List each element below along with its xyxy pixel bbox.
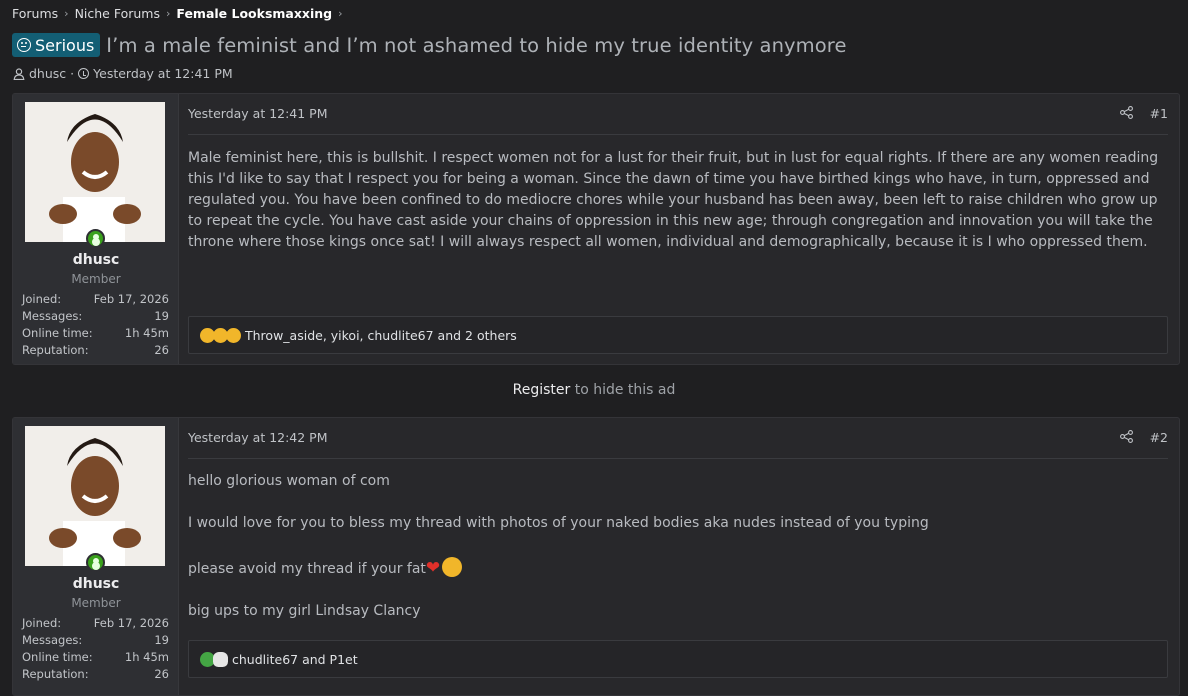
meta-separator: ·: [70, 66, 75, 81]
clock-icon: [78, 68, 90, 79]
post-text: Male feminist here, this is bullshit. I …: [188, 150, 1159, 250]
chevron-right-icon: ›: [166, 7, 171, 20]
post-content: Yesterday at 12:42 PM #2 hello glorious …: [188, 418, 1168, 695]
post-user-cell: dhusc Member Joined: Feb 17, 2026 Message…: [13, 418, 179, 695]
ad-text: to hide this ad: [570, 382, 676, 398]
thread-meta: dhusc · Yesterday at 12:41 PM: [13, 66, 233, 81]
post-2: dhusc Member Joined: Feb 17, 2026 Message…: [12, 417, 1180, 696]
thread-title: I’m a male feminist and I’m not ashamed …: [106, 33, 847, 57]
post-user-cell: dhusc Member Joined: Feb 17, 2026 Message…: [13, 94, 179, 364]
post-content: Yesterday at 12:41 PM #1 Male feminist h…: [188, 94, 1168, 364]
neutral-face-icon: [17, 38, 31, 52]
post-username[interactable]: dhusc: [13, 252, 179, 268]
post-text: big ups to my girl Lindsay Clancy: [188, 603, 421, 619]
ad-notice: Register to hide this ad: [0, 382, 1188, 398]
stat-label: Reputation:: [22, 343, 89, 357]
thread-prefix-badge[interactable]: Serious: [12, 33, 101, 57]
stat-online-time: 1h 45m: [124, 326, 169, 340]
chevron-right-icon: ›: [64, 7, 69, 20]
post-text: I would love for you to bless my thread …: [188, 515, 929, 531]
breadcrumb-niche-forums[interactable]: Niche Forums: [75, 6, 160, 21]
stat-reputation: 26: [154, 343, 169, 357]
share-icon[interactable]: [1120, 430, 1134, 444]
stat-joined: Feb 17, 2026: [93, 292, 169, 306]
post-number[interactable]: #1: [1150, 106, 1168, 121]
stat-label: Messages:: [22, 633, 83, 647]
post-username[interactable]: dhusc: [13, 576, 179, 592]
avatar[interactable]: [25, 102, 165, 242]
post-text: please avoid my thread if your fat: [188, 561, 426, 577]
skull-icon: [213, 651, 228, 667]
stat-label: Online time:: [22, 326, 93, 340]
reaction-users[interactable]: Throw_aside, yikoi, chudlite67 and 2 oth…: [245, 328, 517, 343]
stat-label: Messages:: [22, 309, 83, 323]
breadcrumb: Forums › Niche Forums › Female Looksmaxx…: [12, 6, 343, 21]
post-header: Yesterday at 12:41 PM #1: [188, 106, 1168, 126]
thread-author[interactable]: dhusc: [29, 66, 66, 81]
reactions-bar[interactable]: Throw_aside, yikoi, chudlite67 and 2 oth…: [188, 316, 1168, 354]
share-icon[interactable]: [1120, 106, 1134, 120]
post-date[interactable]: Yesterday at 12:42 PM: [188, 430, 328, 445]
post-number[interactable]: #2: [1150, 430, 1168, 445]
sad-emoji-icon: [226, 327, 241, 343]
thread-title-row: Serious I’m a male feminist and I’m not …: [12, 33, 847, 57]
user-title: Member: [71, 596, 121, 610]
red-heart-icon: ❤: [425, 558, 441, 578]
chevron-right-icon: ›: [338, 7, 343, 20]
breadcrumb-female-looksmaxxing[interactable]: Female Looksmaxxing: [176, 6, 332, 21]
reactions-bar[interactable]: chudlite67 and P1et: [188, 640, 1168, 678]
stat-label: Joined:: [22, 616, 62, 630]
kissing-face-icon: [442, 557, 463, 577]
stat-messages: 19: [154, 633, 169, 647]
thread-prefix-label: Serious: [35, 35, 95, 55]
register-link[interactable]: Register: [513, 382, 571, 398]
stat-messages: 19: [154, 309, 169, 323]
stat-label: Online time:: [22, 650, 93, 664]
post-body: hello glorious woman of com I would love…: [188, 471, 1168, 622]
stat-label: Reputation:: [22, 667, 89, 681]
stat-joined: Feb 17, 2026: [93, 616, 169, 630]
post-header: Yesterday at 12:42 PM #2: [188, 430, 1168, 450]
post-body: Male feminist here, this is bullshit. I …: [188, 148, 1168, 253]
post-text: hello glorious woman of com: [188, 473, 390, 489]
post-1: dhusc Member Joined: Feb 17, 2026 Message…: [12, 93, 1180, 365]
user-icon: [13, 67, 25, 80]
divider: [188, 134, 1168, 135]
avatar[interactable]: [25, 426, 165, 566]
user-stats: Joined: Feb 17, 2026 Messages: 19 Online t…: [22, 615, 169, 683]
post-text-with-emoji: please avoid my thread if your fat❤: [188, 557, 1168, 580]
stat-label: Joined:: [22, 292, 62, 306]
stat-reputation: 26: [154, 667, 169, 681]
reaction-emojis: [200, 327, 241, 343]
online-status-icon: [86, 229, 105, 248]
user-stats: Joined: Feb 17, 2026 Messages: 19 Online t…: [22, 291, 169, 359]
reaction-users[interactable]: chudlite67 and P1et: [232, 652, 358, 667]
reaction-emojis: [200, 651, 228, 667]
thread-date[interactable]: Yesterday at 12:41 PM: [93, 66, 233, 81]
breadcrumb-forums[interactable]: Forums: [12, 6, 58, 21]
stat-online-time: 1h 45m: [124, 650, 169, 664]
user-title: Member: [71, 272, 121, 286]
online-status-icon: [86, 553, 105, 572]
post-date[interactable]: Yesterday at 12:41 PM: [188, 106, 328, 121]
divider: [188, 458, 1168, 459]
